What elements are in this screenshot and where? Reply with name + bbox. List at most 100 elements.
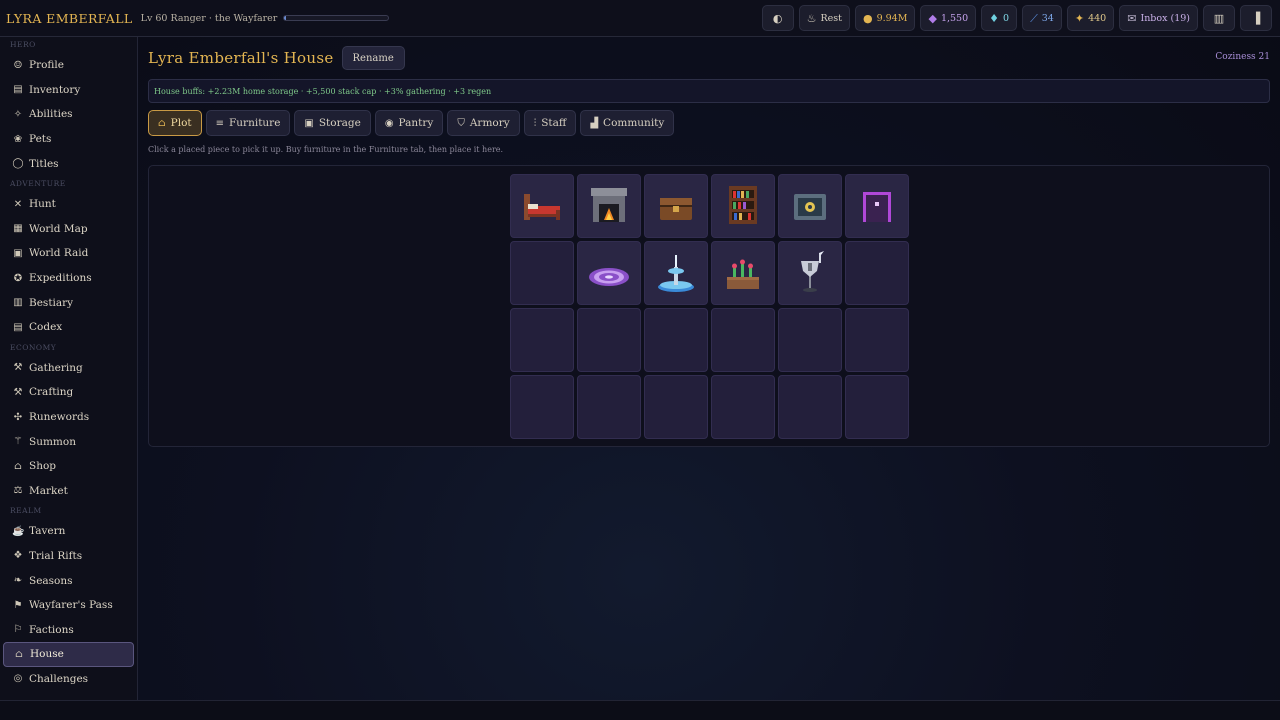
tab-label: Plot xyxy=(170,117,192,129)
sidebar-item-runewords[interactable]: ✣ Runewords xyxy=(3,405,134,430)
plot-cell-armor-stand[interactable] xyxy=(778,241,842,305)
sidebar-item-wayfarer-s-pass[interactable]: ⚑ Wayfarer's Pass xyxy=(3,593,134,618)
sidebar-item-trial-rifts[interactable]: ❖ Trial Rifts xyxy=(3,544,134,569)
wardrobe-icon xyxy=(853,182,901,230)
sidebar-section-label: ADVENTURE xyxy=(10,178,66,188)
sidebar-item-bestiary[interactable]: ▥ Bestiary xyxy=(3,290,134,315)
gems-currency[interactable]: ◆ 1,550 xyxy=(920,5,977,31)
sidebar-item-tavern[interactable]: ☕ Tavern xyxy=(3,519,134,544)
mail-icon: ✉ xyxy=(1127,11,1137,25)
sidebar-item-label: Hunt xyxy=(29,198,56,211)
plot-cell-empty[interactable] xyxy=(845,375,909,439)
sidebar-item-hunt[interactable]: ✕ Hunt xyxy=(3,192,134,217)
tab-staff[interactable]: ⫶ Staff xyxy=(523,110,577,136)
plot-cell-empty[interactable] xyxy=(644,308,708,372)
plot-cell-rug[interactable] xyxy=(577,241,641,305)
tab-pantry[interactable]: ◉ Pantry xyxy=(374,110,444,136)
sidebar-item-abilities[interactable]: ✧ Abilities xyxy=(3,102,134,127)
paw-icon: ❀ xyxy=(13,133,23,145)
rename-button[interactable]: Rename xyxy=(341,46,405,70)
logout-button[interactable]: ▐ xyxy=(1240,5,1272,31)
tab-storage[interactable]: ▣ Storage xyxy=(294,110,371,136)
shards-currency[interactable]: ⟋ 34 xyxy=(1022,5,1062,31)
plot-cell-planter[interactable] xyxy=(711,241,775,305)
sidebar-item-market[interactable]: ⚖ Market xyxy=(3,479,134,504)
inbox-button[interactable]: ✉ Inbox (19) xyxy=(1119,5,1198,31)
plot-cell-empty[interactable] xyxy=(510,375,574,439)
tab-plot[interactable]: ⌂ Plot xyxy=(148,110,202,136)
sidebar-item-factions[interactable]: ⚐ Factions xyxy=(3,617,134,642)
plot-cell-empty[interactable] xyxy=(711,308,775,372)
sidebar-item-label: Shop xyxy=(29,460,56,473)
raid-icon: ▣ xyxy=(13,247,23,259)
tab-armory[interactable]: ⛉ Armory xyxy=(447,110,520,136)
planter-icon xyxy=(719,249,767,297)
sidebar-item-house[interactable]: ⌂ House xyxy=(3,642,134,667)
wand-icon: ⚚ xyxy=(13,436,23,448)
pot-icon: ◉ xyxy=(384,117,394,129)
shard-icon: ⟋ xyxy=(1030,11,1038,25)
rift-icon: ❖ xyxy=(13,550,23,562)
rest-label: Rest xyxy=(820,12,842,24)
exit-icon: ▐ xyxy=(1251,11,1261,25)
castle-button[interactable]: ▥ xyxy=(1203,5,1235,31)
sofa-icon: ≡ xyxy=(215,117,224,129)
plot-cell-bookshelf[interactable] xyxy=(711,174,775,238)
sidebar-item-crafting[interactable]: ⚒ Crafting xyxy=(3,380,134,405)
page-title: Lyra Emberfall's House xyxy=(148,49,334,67)
book-icon: ▥ xyxy=(13,297,23,309)
sidebar-item-world-raid[interactable]: ▣ World Raid xyxy=(3,241,134,266)
target-icon: ◎ xyxy=(13,673,23,685)
sidebar-item-label: Tavern xyxy=(29,525,66,538)
footer-bar xyxy=(0,700,1280,720)
tab-community[interactable]: ▟ Community xyxy=(580,110,675,136)
sidebar-section-label: ECONOMY xyxy=(10,342,57,352)
gold-currency[interactable]: ● 9.94M xyxy=(854,5,916,31)
sparks-currency[interactable]: ✦ 440 xyxy=(1066,5,1115,31)
plot-cell-empty[interactable] xyxy=(711,375,775,439)
sidebar-item-pets[interactable]: ❀ Pets xyxy=(3,127,134,152)
plot-cell-empty[interactable] xyxy=(510,241,574,305)
scales-icon: ⚖ xyxy=(13,485,23,497)
sidebar-item-inventory[interactable]: ▤ Inventory xyxy=(3,78,134,103)
plot-cell-chest[interactable] xyxy=(644,174,708,238)
sidebar-item-challenges[interactable]: ◎ Challenges xyxy=(3,667,134,692)
plot-cell-empty[interactable] xyxy=(778,375,842,439)
theme-button[interactable]: ◐ xyxy=(761,5,794,31)
sidebar-item-shop[interactable]: ⌂ Shop xyxy=(3,454,134,479)
sidebar-item-gathering[interactable]: ⚒ Gathering xyxy=(3,356,134,381)
moon-icon: ◐ xyxy=(772,11,783,25)
tab-furniture[interactable]: ≡ Furniture xyxy=(205,110,291,136)
plot-cell-empty[interactable] xyxy=(778,308,842,372)
sidebar-item-label: World Raid xyxy=(29,247,89,260)
plot-cell-empty[interactable] xyxy=(510,308,574,372)
sidebar-section-label: HERO xyxy=(10,40,36,49)
rest-button[interactable]: ♨ Rest xyxy=(798,5,850,31)
sidebar-item-titles[interactable]: ◯ Titles xyxy=(3,151,134,176)
plot-cell-fireplace[interactable] xyxy=(577,174,641,238)
sidebar-item-label: Pets xyxy=(29,133,52,146)
sidebar-item-expeditions[interactable]: ✪ Expeditions xyxy=(3,266,134,291)
plot-cell-empty[interactable] xyxy=(577,375,641,439)
plot-cell-bed[interactable] xyxy=(510,174,574,238)
sidebar-item-label: Summon xyxy=(29,435,76,448)
plot-cell-empty[interactable] xyxy=(845,241,909,305)
plot-cell-fountain[interactable] xyxy=(644,241,708,305)
plot-cell-empty[interactable] xyxy=(845,308,909,372)
plot-cell-safe[interactable] xyxy=(778,174,842,238)
sidebar-item-codex[interactable]: ▤ Codex xyxy=(3,315,134,340)
mug-icon: ☕ xyxy=(12,525,25,537)
sidebar-item-world-map[interactable]: ▦ World Map xyxy=(3,217,134,242)
plot-cell-empty[interactable] xyxy=(577,308,641,372)
gold-amount: 9.94M xyxy=(876,12,908,24)
plot-cell-wardrobe[interactable] xyxy=(845,174,909,238)
sidebar-item-summon[interactable]: ⚚ Summon xyxy=(3,429,134,454)
crystals-currency[interactable]: ♦ 0 xyxy=(981,5,1018,31)
sidebar-item-profile[interactable]: ☺ Profile xyxy=(3,53,134,78)
castle-icon: ▥ xyxy=(1213,11,1225,25)
ticket-icon: ⚑ xyxy=(13,599,23,611)
spark-icon: ✦ xyxy=(1074,11,1085,25)
sidebar-item-seasons[interactable]: ❧ Seasons xyxy=(3,568,134,593)
sparks-amount: 440 xyxy=(1088,12,1107,24)
plot-cell-empty[interactable] xyxy=(644,375,708,439)
